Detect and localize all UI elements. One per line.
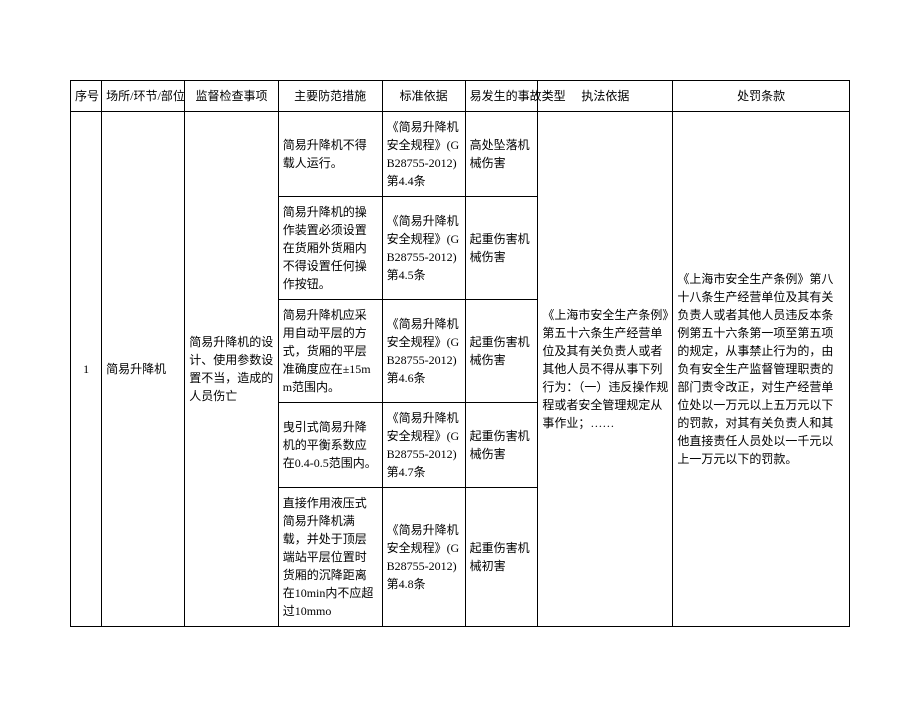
cell-accident: 起重伤害机械初害 (465, 488, 538, 627)
cell-standard: 《简易升降机安全规程》(GB28755-2012)第4.5条 (382, 197, 465, 300)
header-inspect: 监督检查事项 (185, 81, 278, 112)
cell-inspect: 简易升降机的设计、使用参数设置不当，造成的人员伤亡 (185, 112, 278, 627)
cell-measure: 简易升降机应采用自动平层的方式，货厢的平层准确度应在±15mm范围内。 (278, 300, 382, 403)
cell-accident: 起重伤害机械伤害 (465, 300, 538, 403)
cell-accident: 高处坠落机械伤害 (465, 112, 538, 197)
cell-standard: 《简易升降机安全规程》(GB28755-2012)第4.6条 (382, 300, 465, 403)
cell-measure: 简易升降机不得载人运行。 (278, 112, 382, 197)
cell-measure: 曳引式简易升降机的平衡系数应在0.4-0.5范围内。 (278, 403, 382, 488)
cell-standard: 《简易升降机安全规程》(GB28755-2012)第4.4条 (382, 112, 465, 197)
cell-standard: 《简易升降机安全规程》(GB28755-2012)第4.8条 (382, 488, 465, 627)
header-measure: 主要防范措施 (278, 81, 382, 112)
header-accident: 易发生的事故类型 (465, 81, 538, 112)
table-row: 1 简易升降机 简易升降机的设计、使用参数设置不当，造成的人员伤亡 简易升降机不… (71, 112, 850, 197)
cell-penalty: 《上海市安全生产条例》第八十八条生产经营单位及其有关负责人或者其他人员违反本条例… (673, 112, 850, 627)
header-row: 序号 场所/环节/部位 监督检查事项 主要防范措施 标准依据 易发生的事故类型 … (71, 81, 850, 112)
cell-place: 简易升降机 (102, 112, 185, 627)
cell-standard: 《简易升降机安全规程》(GB28755-2012)第4.7条 (382, 403, 465, 488)
cell-enforce: 《上海市安全生产条例》第五十六条生产经营单位及其有关负责人或者其他人员不得从事下… (538, 112, 673, 627)
cell-accident: 起重伤害机械伤害 (465, 197, 538, 300)
header-seq: 序号 (71, 81, 102, 112)
cell-measure: 简易升降机的操作装置必须设置在货厢外货厢内不得设置任何操作按钮。 (278, 197, 382, 300)
regulation-table: 序号 场所/环节/部位 监督检查事项 主要防范措施 标准依据 易发生的事故类型 … (70, 80, 850, 627)
header-penalty: 处罚条款 (673, 81, 850, 112)
header-place: 场所/环节/部位 (102, 81, 185, 112)
cell-measure: 直接作用液压式简易升降机满载，并处于顶层端站平层位置时货厢的沉降距离在10min… (278, 488, 382, 627)
cell-seq: 1 (71, 112, 102, 627)
header-standard: 标准依据 (382, 81, 465, 112)
cell-accident: 起重伤害机械伤害 (465, 403, 538, 488)
